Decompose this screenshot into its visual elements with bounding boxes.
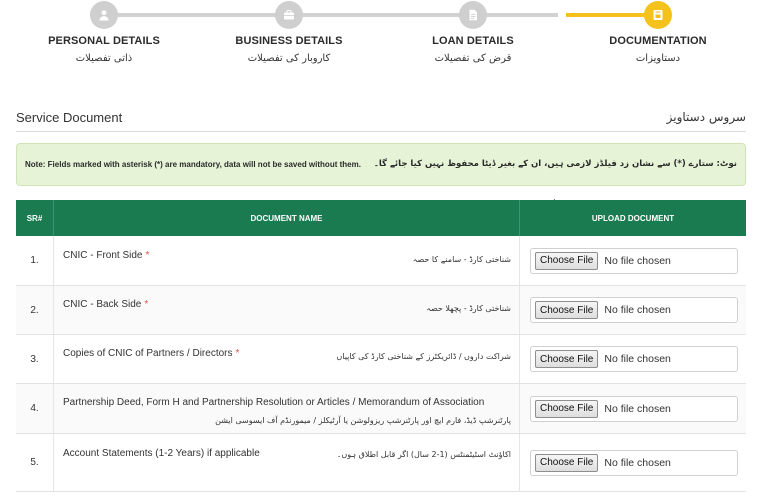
- file-status: No file chosen: [604, 402, 671, 415]
- file-status: No file chosen: [604, 456, 671, 469]
- required-asterisk: *: [235, 348, 240, 359]
- mandatory-fields-note: Note: Fields marked with asterisk (*) ar…: [16, 143, 746, 186]
- step-circle: [275, 1, 303, 29]
- required-asterisk: *: [145, 250, 150, 261]
- step-label-urdu: دستاویزات: [635, 53, 681, 64]
- choose-file-button[interactable]: Choose File: [535, 301, 599, 319]
- folder-icon: [653, 10, 663, 20]
- file-status: No file chosen: [604, 353, 671, 365]
- table-row: 4. Partnership Deed, Form H and Partners…: [16, 384, 746, 434]
- briefcase-icon: [284, 10, 294, 20]
- user-icon: [99, 10, 109, 21]
- file-input-account-statements[interactable]: Choose File No file chosen: [530, 449, 738, 476]
- progress-stepper: PERSONAL DETAILS ذاتی تفصیلات BUSINESS D…: [0, 0, 768, 80]
- choose-file-button[interactable]: Choose File: [535, 350, 599, 368]
- step-circle: [644, 1, 672, 29]
- upload-cell: Choose File No file chosen: [520, 236, 746, 285]
- choose-file-button[interactable]: Choose File: [535, 453, 599, 472]
- file-input-partnership-deed[interactable]: Choose File No file chosen: [530, 395, 738, 422]
- document-name: CNIC - Back Side *: [63, 299, 149, 310]
- upload-cell: Choose File No file chosen: [520, 384, 746, 433]
- row-number: 3.: [16, 335, 54, 383]
- header-document-name: DOCUMENT NAME: [54, 200, 520, 236]
- choose-file-button[interactable]: Choose File: [535, 399, 599, 418]
- file-input-cnic-back[interactable]: Choose File No file chosen: [530, 297, 738, 323]
- file-status: No file chosen: [604, 304, 671, 316]
- document-name-urdu: شناختی کارڈ - پچھلا حصہ: [426, 304, 511, 313]
- section-header: Service Document سروس دستاویز: [16, 110, 746, 132]
- document-name-urdu: پارٹنرشپ ڈیڈ، فارم ایچ اور پارٹنرشپ ریزو…: [215, 416, 511, 425]
- row-number: 1.: [16, 236, 54, 285]
- step-label: BUSINESS DETAILS: [235, 35, 343, 47]
- section-title: Service Document: [16, 110, 123, 125]
- document-name: Copies of CNIC of Partners / Directors *: [63, 348, 240, 359]
- document-name-cell: Copies of CNIC of Partners / Directors * …: [54, 335, 520, 383]
- document-name-cell: CNIC - Front Side * شناختی کارڈ - سامنے ک…: [54, 236, 520, 285]
- document-name-cell: Account Statements (1-2 Years) if applic…: [54, 434, 520, 491]
- choose-file-button[interactable]: Choose File: [535, 251, 599, 270]
- table-row: 1. CNIC - Front Side * شناختی کارڈ - سامن…: [16, 236, 746, 286]
- table-row: 2. CNIC - Back Side * شناختی کارڈ - پچھلا…: [16, 286, 746, 335]
- step-label-urdu: قرض کی تفصیلات: [434, 53, 512, 64]
- required-asterisk: *: [144, 299, 149, 310]
- step-documentation[interactable]: DOCUMENTATION دستاویزات: [568, 0, 748, 64]
- upload-cell: Choose File No file chosen: [520, 286, 746, 334]
- step-loan-details[interactable]: LOAN DETAILS قرض کی تفصیلات: [383, 0, 563, 64]
- document-name-urdu: شناختی کارڈ - سامنے کا حصہ: [412, 255, 511, 264]
- step-personal-details[interactable]: PERSONAL DETAILS ذاتی تفصیلات: [14, 0, 194, 64]
- document-name-cell: CNIC - Back Side * شناختی کارڈ - پچھلا حص…: [54, 286, 520, 334]
- file-status: No file chosen: [604, 254, 671, 267]
- document-name-urdu: اکاؤنٹ اسٹیٹمنٹس (1-2 سال) اگر قابل اطلا…: [336, 450, 511, 459]
- document-name: CNIC - Front Side *: [63, 250, 150, 261]
- table-header: SR# DOCUMENT NAME UPLOAD DOCUMENT: [16, 200, 746, 236]
- step-label: DOCUMENTATION: [609, 35, 707, 47]
- document-name-urdu: شراکت داروں / ڈائریکٹرز کے شناختی کارڈ ک…: [336, 352, 511, 361]
- header-sr: SR#: [16, 200, 54, 236]
- document-name: Account Statements (1-2 Years) if applic…: [63, 448, 260, 459]
- step-label: LOAN DETAILS: [432, 35, 514, 47]
- row-number: 2.: [16, 286, 54, 334]
- step-circle: [90, 1, 118, 29]
- table-row: 5. Account Statements (1-2 Years) if app…: [16, 434, 746, 492]
- document-table: SR# DOCUMENT NAME UPLOAD DOCUMENT 1. CNI…: [16, 200, 746, 492]
- row-number: 4.: [16, 384, 54, 433]
- note-text-urdu: نوٹ: ستارے (*) سے نشان زد فیلڈز لازمی ہی…: [373, 159, 737, 169]
- step-business-details[interactable]: BUSINESS DETAILS کاروبار کی تفصیلات: [199, 0, 379, 64]
- step-label-urdu: کاروبار کی تفصیلات: [247, 53, 331, 64]
- upload-cell: Choose File No file chosen: [520, 434, 746, 491]
- document-icon: [469, 9, 477, 21]
- section-title-urdu: سروس دستاویز: [666, 110, 746, 124]
- file-input-cnic-front[interactable]: Choose File No file chosen: [530, 247, 738, 274]
- file-input-partners-cnic[interactable]: Choose File No file chosen: [530, 346, 738, 372]
- upload-cell: Choose File No file chosen: [520, 335, 746, 383]
- step-label: PERSONAL DETAILS: [48, 35, 160, 47]
- note-text: Note: Fields marked with asterisk (*) ar…: [25, 160, 361, 169]
- document-name: Partnership Deed, Form H and Partnership…: [63, 397, 485, 408]
- header-upload-document: UPLOAD DOCUMENT: [591, 213, 675, 223]
- step-label-urdu: ذاتی تفصیلات: [75, 53, 133, 64]
- step-circle: [459, 1, 487, 29]
- table-row: 3. Copies of CNIC of Partners / Director…: [16, 335, 746, 384]
- document-name-cell: Partnership Deed, Form H and Partnership…: [54, 384, 520, 433]
- row-number: 5.: [16, 434, 54, 491]
